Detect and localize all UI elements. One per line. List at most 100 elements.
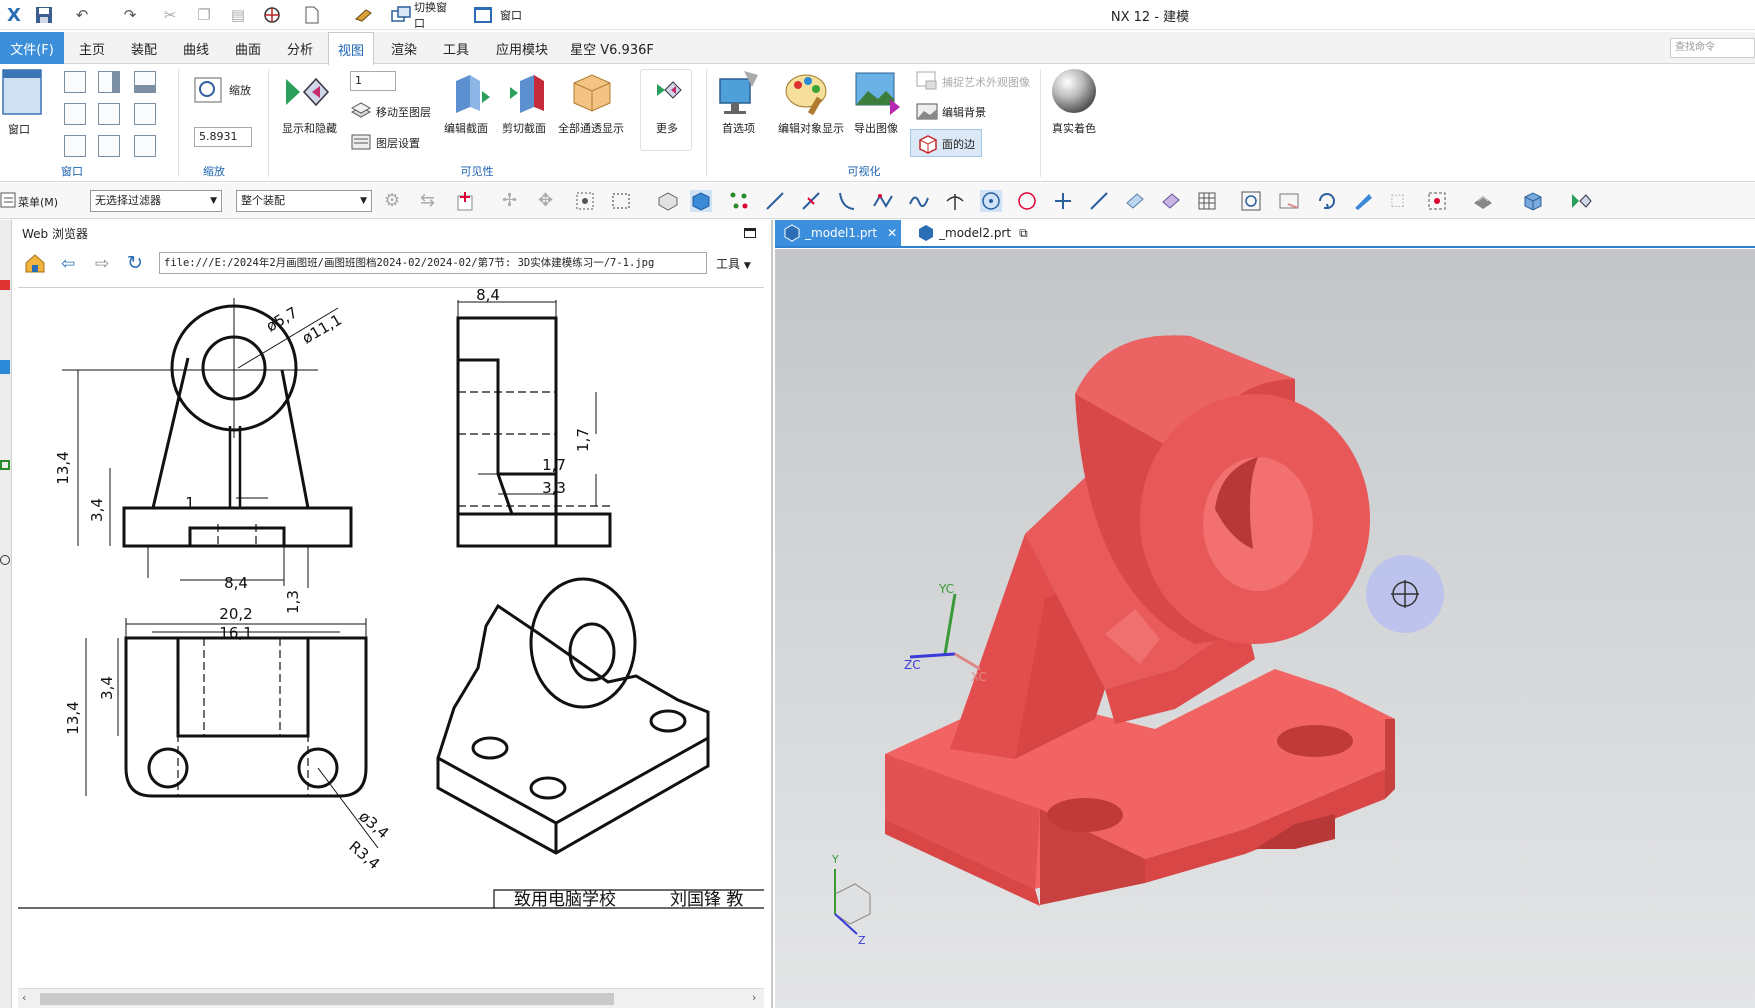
- edit-object-display-icon[interactable]: [782, 67, 832, 120]
- refresh-icon[interactable]: ↻: [127, 252, 143, 274]
- edit-background-label[interactable]: 编辑背景: [942, 104, 986, 120]
- menu-button[interactable]: 菜单(M): [18, 194, 58, 210]
- fit-view-icon[interactable]: [1240, 190, 1262, 212]
- select-point-icon[interactable]: [728, 190, 750, 212]
- switch-window-icon[interactable]: [390, 4, 412, 26]
- shaded-view-icon[interactable]: [1522, 190, 1544, 212]
- show-hide-small-icon[interactable]: [1570, 190, 1592, 212]
- layer-settings-icon[interactable]: [350, 133, 372, 154]
- assembly-navigator-icon[interactable]: [0, 280, 10, 290]
- layout-three-right-icon[interactable]: [98, 103, 120, 125]
- tab-xingkong[interactable]: 星空 V6.936F: [566, 32, 658, 64]
- command-search-input[interactable]: 查找命令: [1670, 38, 1755, 58]
- window-menu-button[interactable]: 窗口: [496, 4, 526, 26]
- redo-icon[interactable]: ↷: [118, 4, 142, 26]
- select-body-icon[interactable]: ✥: [538, 190, 560, 212]
- maximize-icon[interactable]: [744, 228, 756, 238]
- layout-two-horizontal-icon[interactable]: [134, 71, 156, 93]
- curve-point-icon[interactable]: [908, 190, 930, 212]
- tab-home[interactable]: 主页: [72, 32, 112, 64]
- open-file-icon[interactable]: ⧉: [1019, 226, 1028, 241]
- layer-select[interactable]: 1: [350, 71, 396, 91]
- midpoint-icon[interactable]: [800, 190, 822, 212]
- perpendicular-icon[interactable]: [944, 190, 966, 212]
- url-input[interactable]: file:///E:/2024年2月画图班/画图班图档2024-02/2024-…: [159, 252, 707, 274]
- file-menu-tab[interactable]: 文件(F): [0, 32, 64, 64]
- preferences-icon[interactable]: [716, 69, 762, 120]
- layout-six-icon[interactable]: [134, 135, 156, 157]
- layer-settings-label[interactable]: 图层设置: [376, 135, 420, 151]
- zoom-icon[interactable]: [194, 77, 222, 106]
- true-shading-icon[interactable]: [1050, 67, 1098, 120]
- tab-application[interactable]: 应用模块: [488, 32, 556, 64]
- new-document-icon[interactable]: [300, 4, 324, 26]
- layout-two-vertical-icon[interactable]: [98, 71, 120, 93]
- control-point-icon[interactable]: [836, 190, 858, 212]
- bounded-grid-icon[interactable]: [1160, 190, 1182, 212]
- history-icon[interactable]: [0, 555, 10, 565]
- reuse-library-icon[interactable]: [0, 460, 10, 470]
- select-solid-icon[interactable]: [656, 190, 678, 212]
- menu-icon[interactable]: [0, 190, 16, 212]
- tab-surface[interactable]: 曲面: [228, 32, 268, 64]
- home-icon[interactable]: [23, 252, 47, 274]
- orient-view-icon[interactable]: [1426, 190, 1448, 212]
- export-image-icon[interactable]: [854, 69, 902, 120]
- select-feature-icon[interactable]: ⇆: [420, 190, 442, 212]
- render-style-icon[interactable]: [1472, 190, 1494, 212]
- select-face-icon[interactable]: [690, 190, 712, 212]
- point-on-face-icon[interactable]: [1124, 190, 1146, 212]
- back-icon[interactable]: ⇦: [61, 254, 75, 274]
- all-transparent-icon[interactable]: [570, 71, 614, 116]
- layout-three-top-icon[interactable]: [64, 135, 86, 157]
- existing-point-icon[interactable]: [1052, 190, 1074, 212]
- grid-icon[interactable]: [1196, 190, 1218, 212]
- selection-filter-select[interactable]: 无选择过滤器 ▼: [90, 190, 222, 212]
- touch-mode-icon[interactable]: [352, 4, 376, 26]
- move-to-layer-label[interactable]: 移动至图层: [376, 104, 431, 120]
- point-on-curve-icon[interactable]: [1088, 190, 1110, 212]
- layout-four-icon[interactable]: [134, 103, 156, 125]
- general-selection-icon[interactable]: ⚙: [384, 190, 406, 212]
- scrollbar-thumb[interactable]: [40, 993, 614, 1005]
- edit-section-icon[interactable]: [448, 73, 492, 116]
- arc-center-icon[interactable]: [980, 190, 1002, 212]
- edit-background-icon[interactable]: [916, 101, 938, 124]
- selection-scope-select[interactable]: 整个装配 ▼: [236, 190, 372, 212]
- select-region-icon[interactable]: [574, 190, 596, 212]
- rotate-view-icon[interactable]: [1316, 190, 1338, 212]
- horizontal-scrollbar[interactable]: ‹ ›: [18, 988, 764, 1008]
- layout-three-left-icon[interactable]: [64, 103, 86, 125]
- capture-art-label[interactable]: 捕捉艺术外观图像: [942, 74, 1030, 90]
- tab-view[interactable]: 视图: [328, 32, 374, 65]
- graphics-window[interactable]: YC ZC XC Y Z: [775, 249, 1755, 1008]
- tools-menu-button[interactable]: 工具 ▼: [716, 255, 751, 272]
- zoom-value-input[interactable]: 5.8931: [194, 127, 252, 147]
- scroll-left-icon[interactable]: ‹: [22, 991, 26, 1004]
- quadrant-point-icon[interactable]: [1016, 190, 1038, 212]
- copy-icon[interactable]: ❐: [192, 4, 216, 26]
- tab-tools[interactable]: 工具: [436, 32, 476, 64]
- endpoint-icon[interactable]: [764, 190, 786, 212]
- switch-window-button[interactable]: 切换窗口: [414, 1, 454, 30]
- snap-point-icon[interactable]: [456, 190, 478, 212]
- paste-icon[interactable]: ▤: [226, 4, 250, 26]
- window-icon[interactable]: [472, 4, 494, 26]
- tab-analysis[interactable]: 分析: [280, 32, 320, 64]
- layout-three-bottom-icon[interactable]: [98, 135, 120, 157]
- undo-icon[interactable]: ↶: [70, 4, 94, 26]
- part-navigator-icon[interactable]: [0, 360, 10, 374]
- save-icon[interactable]: [32, 4, 56, 26]
- point-snap-icon[interactable]: ✢: [502, 190, 524, 212]
- capture-art-icon[interactable]: [916, 71, 938, 94]
- pan-view-icon[interactable]: [1352, 190, 1374, 212]
- repeat-command-icon[interactable]: [260, 4, 284, 26]
- close-icon[interactable]: ✕: [887, 226, 897, 240]
- layout-single-icon[interactable]: [64, 71, 86, 93]
- cut-icon[interactable]: ✂: [158, 4, 182, 26]
- tab-model2[interactable]: _model2.prt ⧉: [909, 220, 1033, 246]
- window-large-icon[interactable]: [2, 69, 42, 118]
- scroll-right-icon[interactable]: ›: [752, 991, 756, 1004]
- more-button[interactable]: [640, 69, 692, 151]
- tab-curve[interactable]: 曲线: [176, 32, 216, 64]
